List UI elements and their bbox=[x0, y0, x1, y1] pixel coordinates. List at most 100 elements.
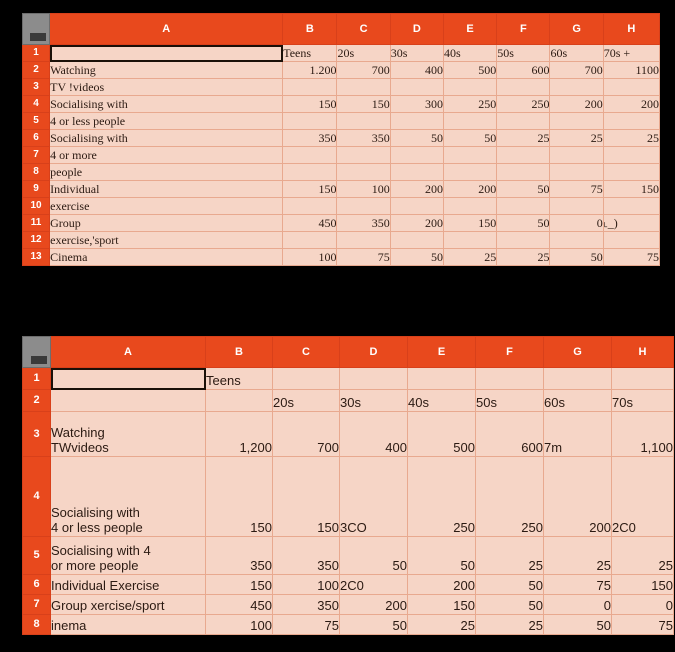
cell-f6[interactable]: 25 bbox=[496, 129, 551, 147]
cell-g3[interactable] bbox=[549, 78, 604, 96]
cell-f7[interactable]: 50 bbox=[475, 594, 544, 615]
cell-f12[interactable] bbox=[496, 231, 551, 249]
cell-d13[interactable]: 50 bbox=[389, 248, 444, 266]
column-header-h[interactable]: H bbox=[611, 336, 674, 368]
cell-c9[interactable]: 100 bbox=[336, 180, 391, 198]
cell-a10[interactable]: exercise bbox=[49, 197, 284, 215]
cell-d2[interactable]: 400 bbox=[389, 61, 444, 79]
cell-e9[interactable]: 200 bbox=[442, 180, 498, 198]
cell-b7[interactable] bbox=[282, 146, 338, 164]
top-spreadsheet[interactable]: ABCDEFGH 1 Teens 20s 30s 40s 50s 60s 70s +2 Watc… bbox=[21, 13, 661, 266]
column-header-a[interactable]: A bbox=[49, 13, 284, 45]
row-header-10[interactable]: 10 bbox=[21, 197, 51, 215]
cell-c12[interactable] bbox=[336, 231, 391, 249]
cell-c10[interactable] bbox=[336, 197, 391, 215]
cell-a5[interactable]: 4 or less people bbox=[49, 112, 284, 130]
cell-g5[interactable]: 25 bbox=[543, 536, 612, 575]
cell-e7[interactable] bbox=[442, 146, 498, 164]
cell-a2[interactable]: Watching bbox=[49, 61, 284, 79]
cell-a3[interactable]: TV !videos bbox=[49, 78, 284, 96]
cell-e6[interactable]: 200 bbox=[407, 574, 476, 595]
cell-d5[interactable] bbox=[389, 112, 444, 130]
cell-e7[interactable]: 150 bbox=[407, 594, 476, 615]
column-header-c[interactable]: C bbox=[336, 13, 391, 45]
cell-f4[interactable]: 250 bbox=[496, 95, 551, 113]
cell-b12[interactable] bbox=[282, 231, 338, 249]
cell-g3[interactable]: 7m bbox=[543, 411, 612, 457]
cell-a4[interactable]: Socialising with bbox=[49, 95, 284, 113]
cell-d6[interactable]: 50 bbox=[389, 129, 444, 147]
row-header-4[interactable]: 4 bbox=[21, 95, 51, 113]
cell-g4[interactable]: 200 bbox=[543, 456, 612, 537]
cell-a9[interactable]: Individual bbox=[49, 180, 284, 198]
cell-e3[interactable] bbox=[442, 78, 498, 96]
cell-g11[interactable]: 0 bbox=[549, 214, 604, 232]
cell-f10[interactable] bbox=[496, 197, 551, 215]
cell-d5[interactable]: 50 bbox=[339, 536, 408, 575]
cell-d7[interactable] bbox=[389, 146, 444, 164]
cell-c13[interactable]: 75 bbox=[336, 248, 391, 266]
column-header-f[interactable]: F bbox=[475, 336, 544, 368]
select-all-corner[interactable] bbox=[21, 13, 51, 45]
cell-f11[interactable]: 50 bbox=[496, 214, 551, 232]
cell-h6[interactable]: 25 bbox=[602, 129, 661, 147]
cell-e2[interactable]: 500 bbox=[442, 61, 498, 79]
row-header-12[interactable]: 12 bbox=[21, 231, 51, 249]
cell-e5[interactable] bbox=[442, 112, 498, 130]
cell-e12[interactable] bbox=[442, 231, 498, 249]
cell-e2[interactable]: 40s bbox=[407, 389, 476, 412]
row-header-9[interactable]: 9 bbox=[21, 180, 51, 198]
cell-f2[interactable]: 50s bbox=[475, 389, 544, 412]
cell-e10[interactable] bbox=[442, 197, 498, 215]
cell-h7[interactable]: 0 bbox=[611, 594, 674, 615]
row-header-8[interactable]: 8 bbox=[21, 163, 51, 181]
cell-f7[interactable] bbox=[496, 146, 551, 164]
column-header-c[interactable]: C bbox=[272, 336, 340, 368]
cell-d7[interactable]: 200 bbox=[339, 594, 408, 615]
cell-d1[interactable]: 30s bbox=[389, 44, 444, 62]
cell-g9[interactable]: 75 bbox=[549, 180, 604, 198]
cell-g2[interactable]: 60s bbox=[543, 389, 612, 412]
cell-f2[interactable]: 600 bbox=[496, 61, 551, 79]
row-header-13[interactable]: 13 bbox=[21, 248, 51, 266]
cell-h1[interactable] bbox=[611, 367, 674, 390]
cell-h3[interactable] bbox=[602, 78, 661, 96]
cell-e11[interactable]: 150 bbox=[442, 214, 498, 232]
cell-d4[interactable]: 300 bbox=[389, 95, 444, 113]
cell-g2[interactable]: 700 bbox=[549, 61, 604, 79]
row-header-6[interactable]: 6 bbox=[22, 574, 51, 595]
cell-a7[interactable]: Group xercise/sport bbox=[50, 594, 206, 615]
column-header-e[interactable]: E bbox=[442, 13, 498, 45]
cell-f8[interactable]: 25 bbox=[475, 614, 544, 635]
cell-d12[interactable] bbox=[389, 231, 444, 249]
cell-c7[interactable]: 350 bbox=[272, 594, 340, 615]
cell-h10[interactable] bbox=[602, 197, 661, 215]
cell-c4[interactable]: 150 bbox=[272, 456, 340, 537]
cell-a12[interactable]: exercise,'sport bbox=[49, 231, 284, 249]
cell-b7[interactable]: 450 bbox=[205, 594, 273, 615]
cell-a1[interactable] bbox=[50, 367, 206, 390]
cell-a8[interactable]: inema bbox=[50, 614, 206, 635]
cell-b11[interactable]: 450 bbox=[282, 214, 338, 232]
cell-c1[interactable]: 20s bbox=[336, 44, 391, 62]
cell-g1[interactable]: 60s bbox=[549, 44, 604, 62]
cell-c3[interactable]: 700 bbox=[272, 411, 340, 457]
cell-c4[interactable]: 150 bbox=[336, 95, 391, 113]
cell-b4[interactable]: 150 bbox=[282, 95, 338, 113]
cell-h6[interactable]: 150 bbox=[611, 574, 674, 595]
cell-h8[interactable] bbox=[602, 163, 661, 181]
column-header-e[interactable]: E bbox=[407, 336, 476, 368]
row-header-2[interactable]: 2 bbox=[22, 389, 51, 412]
cell-f3[interactable] bbox=[496, 78, 551, 96]
row-header-7[interactable]: 7 bbox=[21, 146, 51, 164]
cell-f5[interactable] bbox=[496, 112, 551, 130]
cell-b1[interactable]: Teens bbox=[205, 367, 273, 390]
cell-c6[interactable]: 100 bbox=[272, 574, 340, 595]
cell-c5[interactable]: 350 bbox=[272, 536, 340, 575]
cell-f13[interactable]: 25 bbox=[496, 248, 551, 266]
row-header-11[interactable]: 11 bbox=[21, 214, 51, 232]
cell-c2[interactable]: 700 bbox=[336, 61, 391, 79]
cell-a3[interactable]: Watching TWvideos bbox=[50, 411, 206, 457]
row-header-2[interactable]: 2 bbox=[21, 61, 51, 79]
cell-b6[interactable]: 350 bbox=[282, 129, 338, 147]
